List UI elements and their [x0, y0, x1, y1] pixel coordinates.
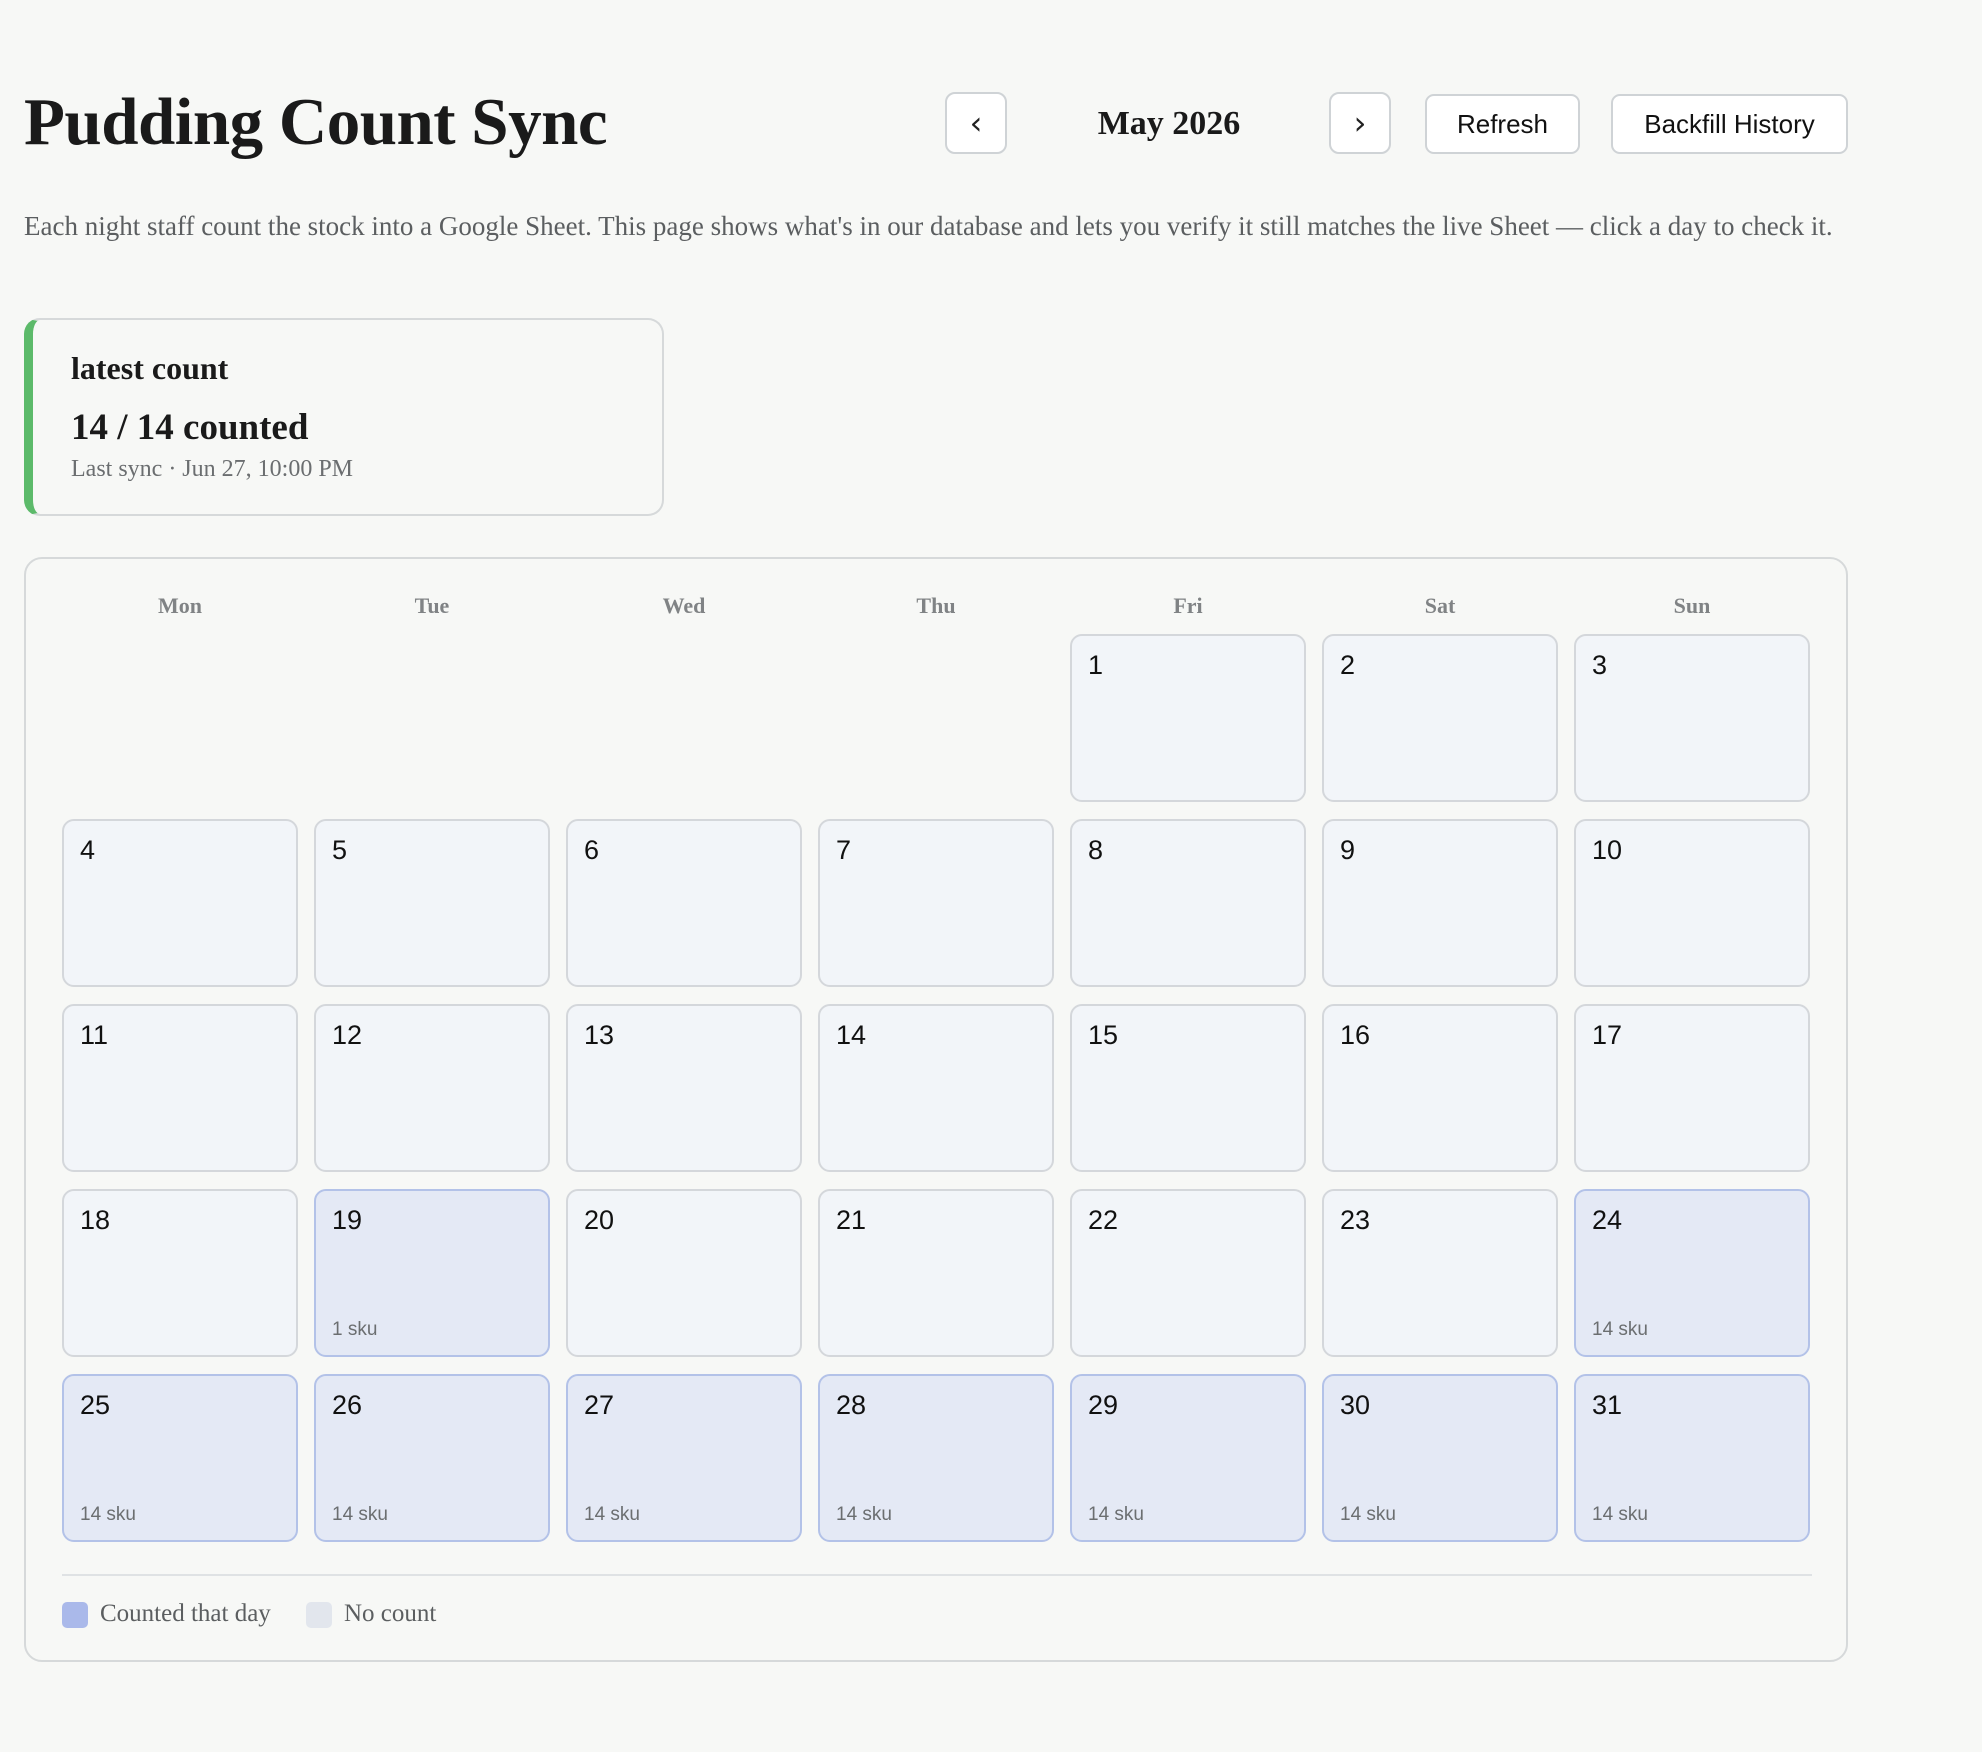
page-title: Pudding Count Sync	[24, 85, 608, 159]
day-number: 19	[332, 1205, 363, 1235]
latest-count-heading: latest count	[71, 350, 229, 386]
calendar-day[interactable]: 6	[566, 819, 802, 987]
day-number: 14	[836, 1020, 867, 1050]
calendar: Counted that day No count Mon Tue Wed Thu Fr…	[24, 557, 1848, 1662]
day-number: 10	[1592, 835, 1623, 865]
day-number: 12	[332, 1020, 363, 1050]
counted-legend-swatch	[62, 1602, 88, 1628]
weekday-header: Tue	[414, 593, 450, 618]
day-number: 8	[1088, 835, 1104, 865]
calendar-day[interactable]: 21	[818, 1189, 1054, 1357]
calendar-day[interactable]: 16	[1322, 1004, 1558, 1172]
day-number: 27	[584, 1390, 615, 1420]
refresh-button[interactable]: Refresh	[1425, 94, 1580, 154]
calendar-day[interactable]: 15	[1070, 1004, 1306, 1172]
day-number: 16	[1340, 1020, 1371, 1050]
calendar-day[interactable]: 4	[62, 819, 298, 987]
calendar-day[interactable]: 31 14 sku	[1574, 1374, 1810, 1542]
calendar-day[interactable]: 11	[62, 1004, 298, 1172]
weekday-header: Mon	[158, 593, 202, 618]
calendar-day[interactable]: 24 14 sku	[1574, 1189, 1810, 1357]
legend-divider	[62, 1574, 1812, 1576]
calendar-day[interactable]: 26 14 sku	[314, 1374, 550, 1542]
day-number: 30	[1340, 1390, 1371, 1420]
chevron-right-icon: ›	[1353, 104, 1367, 142]
day-number: 13	[584, 1020, 615, 1050]
day-number: 24	[1592, 1205, 1623, 1235]
day-number: 9	[1340, 835, 1356, 865]
no-count-legend-label: No count	[344, 1600, 437, 1627]
day-number: 28	[836, 1390, 867, 1420]
calendar-day[interactable]: 30 14 sku	[1322, 1374, 1558, 1542]
day-number: 5	[332, 835, 348, 865]
calendar-day[interactable]: 18	[62, 1189, 298, 1357]
latest-count-card: latest count 14 / 14 counted Last sync ·…	[24, 318, 664, 516]
chevron-left-icon: ‹	[969, 104, 983, 142]
calendar-day[interactable]: 10	[1574, 819, 1810, 987]
day-sku-count: 1 sku	[332, 1319, 378, 1340]
day-number: 25	[80, 1390, 111, 1420]
day-number: 26	[332, 1390, 363, 1420]
weekday-header: Wed	[662, 593, 706, 618]
day-number: 20	[584, 1205, 615, 1235]
calendar-day[interactable]: 22	[1070, 1189, 1306, 1357]
calendar-day[interactable]: 19 1 sku	[314, 1189, 550, 1357]
calendar-day[interactable]: 14	[818, 1004, 1054, 1172]
day-number: 18	[80, 1205, 111, 1235]
day-number: 21	[836, 1205, 867, 1235]
day-number: 6	[584, 835, 600, 865]
day-sku-count: 14 sku	[1340, 1504, 1396, 1525]
day-number: 2	[1340, 650, 1356, 680]
month-label: May 2026	[1097, 105, 1241, 142]
day-number: 29	[1088, 1390, 1119, 1420]
calendar-day[interactable]: 25 14 sku	[62, 1374, 298, 1542]
day-number: 3	[1592, 650, 1608, 680]
day-sku-count: 14 sku	[1592, 1319, 1648, 1340]
intro-text: Each night staff count the stock into a …	[24, 211, 1833, 241]
last-sync-text: Last sync · Jun 27, 10:00 PM	[71, 456, 353, 482]
counted-legend-label: Counted that day	[100, 1600, 271, 1627]
calendar-day[interactable]: 20	[566, 1189, 802, 1357]
weekday-header: Sat	[1424, 593, 1456, 618]
calendar-day[interactable]: 3	[1574, 634, 1810, 802]
day-number: 17	[1592, 1020, 1623, 1050]
backfill-history-button[interactable]: Backfill History	[1611, 94, 1848, 154]
day-number: 11	[80, 1020, 109, 1050]
day-sku-count: 14 sku	[332, 1504, 388, 1525]
day-sku-count: 14 sku	[1592, 1504, 1648, 1525]
day-sku-count: 14 sku	[584, 1504, 640, 1525]
calendar-day[interactable]: 29 14 sku	[1070, 1374, 1306, 1542]
day-number: 23	[1340, 1205, 1371, 1235]
weekday-header: Thu	[916, 593, 956, 618]
day-sku-count: 14 sku	[836, 1504, 892, 1525]
day-sku-count: 14 sku	[80, 1504, 136, 1525]
calendar-day[interactable]: 5	[314, 819, 550, 987]
day-number: 1	[1088, 650, 1104, 680]
calendar-day[interactable]: 2	[1322, 634, 1558, 802]
calendar-day[interactable]: 23	[1322, 1189, 1558, 1357]
no-count-legend-swatch	[306, 1602, 332, 1628]
weekday-header: Fri	[1173, 593, 1203, 618]
day-number: 7	[836, 835, 852, 865]
next-month-button[interactable]: ›	[1329, 92, 1391, 154]
calendar-day[interactable]: 1	[1070, 634, 1306, 802]
calendar-day[interactable]: 8	[1070, 819, 1306, 987]
calendar-day[interactable]: 27 14 sku	[566, 1374, 802, 1542]
day-number: 15	[1088, 1020, 1119, 1050]
day-number: 31	[1592, 1390, 1623, 1420]
latest-count-value: 14 / 14 counted	[71, 407, 309, 448]
prev-month-button[interactable]: ‹	[945, 92, 1007, 154]
calendar-day[interactable]: 9	[1322, 819, 1558, 987]
calendar-day[interactable]: 13	[566, 1004, 802, 1172]
calendar-day[interactable]: 7	[818, 819, 1054, 987]
day-sku-count: 14 sku	[1088, 1504, 1144, 1525]
day-number: 4	[80, 835, 96, 865]
day-number: 22	[1088, 1205, 1119, 1235]
weekday-header: Sun	[1673, 593, 1711, 618]
calendar-day[interactable]: 12	[314, 1004, 550, 1172]
calendar-day[interactable]: 28 14 sku	[818, 1374, 1054, 1542]
calendar-day[interactable]: 17	[1574, 1004, 1810, 1172]
